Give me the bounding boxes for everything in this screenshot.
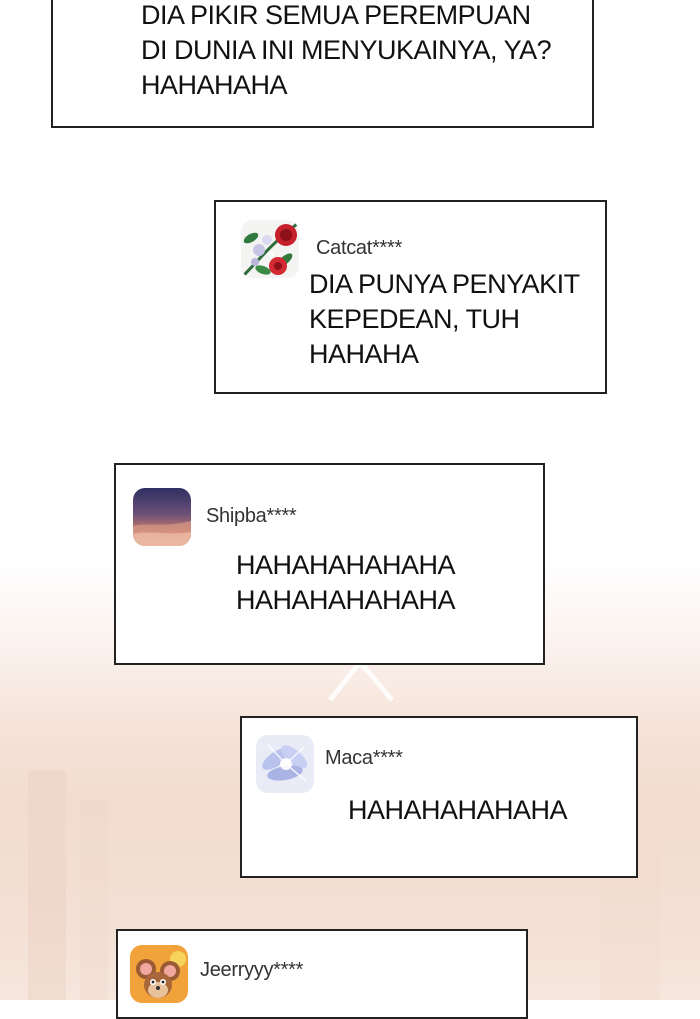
comment-username: Jeerryyy****	[200, 959, 304, 981]
comment-username: Maca****	[325, 747, 403, 769]
comment-line: KEPEDEAN, TUH	[309, 304, 520, 334]
comment-bubble-2: Catcat**** DIA PUNYA PENYAKIT KEPEDEAN, …	[214, 200, 607, 394]
comment-bubble-4: Maca**** HAHAHAHAHAHA	[240, 716, 638, 878]
comment-text: DIA PIKIR SEMUA PEREMPUAN DI DUNIA INI M…	[141, 0, 552, 103]
comment-bubble-3: Shipba**** HAHAHAHAHAHA HAHAHAHAHAHA	[114, 463, 545, 665]
comment-text: DIA PUNYA PENYAKIT KEPEDEAN, TUH HAHAHA	[309, 267, 580, 372]
comment-line: HAHAHAHAHAHA	[236, 550, 456, 580]
cartoon-mouse-avatar-icon	[130, 945, 188, 1003]
sunset-sky-avatar-icon	[133, 488, 191, 546]
comment-line: HAHAHAHA	[141, 70, 288, 100]
comment-username: Catcat****	[316, 237, 402, 259]
comment-line: HAHAHAHAHAHA	[236, 585, 456, 615]
comment-line: HAHAHAHAHAHA	[348, 795, 568, 825]
comment-line: DIA PIKIR SEMUA PEREMPUAN	[141, 0, 531, 30]
comment-bubble-5: Jeerryyy****	[116, 929, 528, 1019]
comment-line: DIA PUNYA PENYAKIT	[309, 269, 580, 299]
comment-bubble-1: DIA PIKIR SEMUA PEREMPUAN DI DUNIA INI M…	[51, 0, 594, 128]
comment-username: Shipba****	[206, 505, 297, 527]
comment-text: HAHAHAHAHAHA HAHAHAHAHAHA	[236, 548, 456, 618]
rose-flower-avatar-icon	[241, 220, 299, 278]
comment-line: HAHAHA	[309, 339, 419, 369]
comment-line: DI DUNIA INI MENYUKAINYA, YA?	[141, 35, 552, 65]
comment-text: HAHAHAHAHAHA	[348, 793, 568, 828]
blue-lily-avatar-icon	[256, 735, 314, 793]
